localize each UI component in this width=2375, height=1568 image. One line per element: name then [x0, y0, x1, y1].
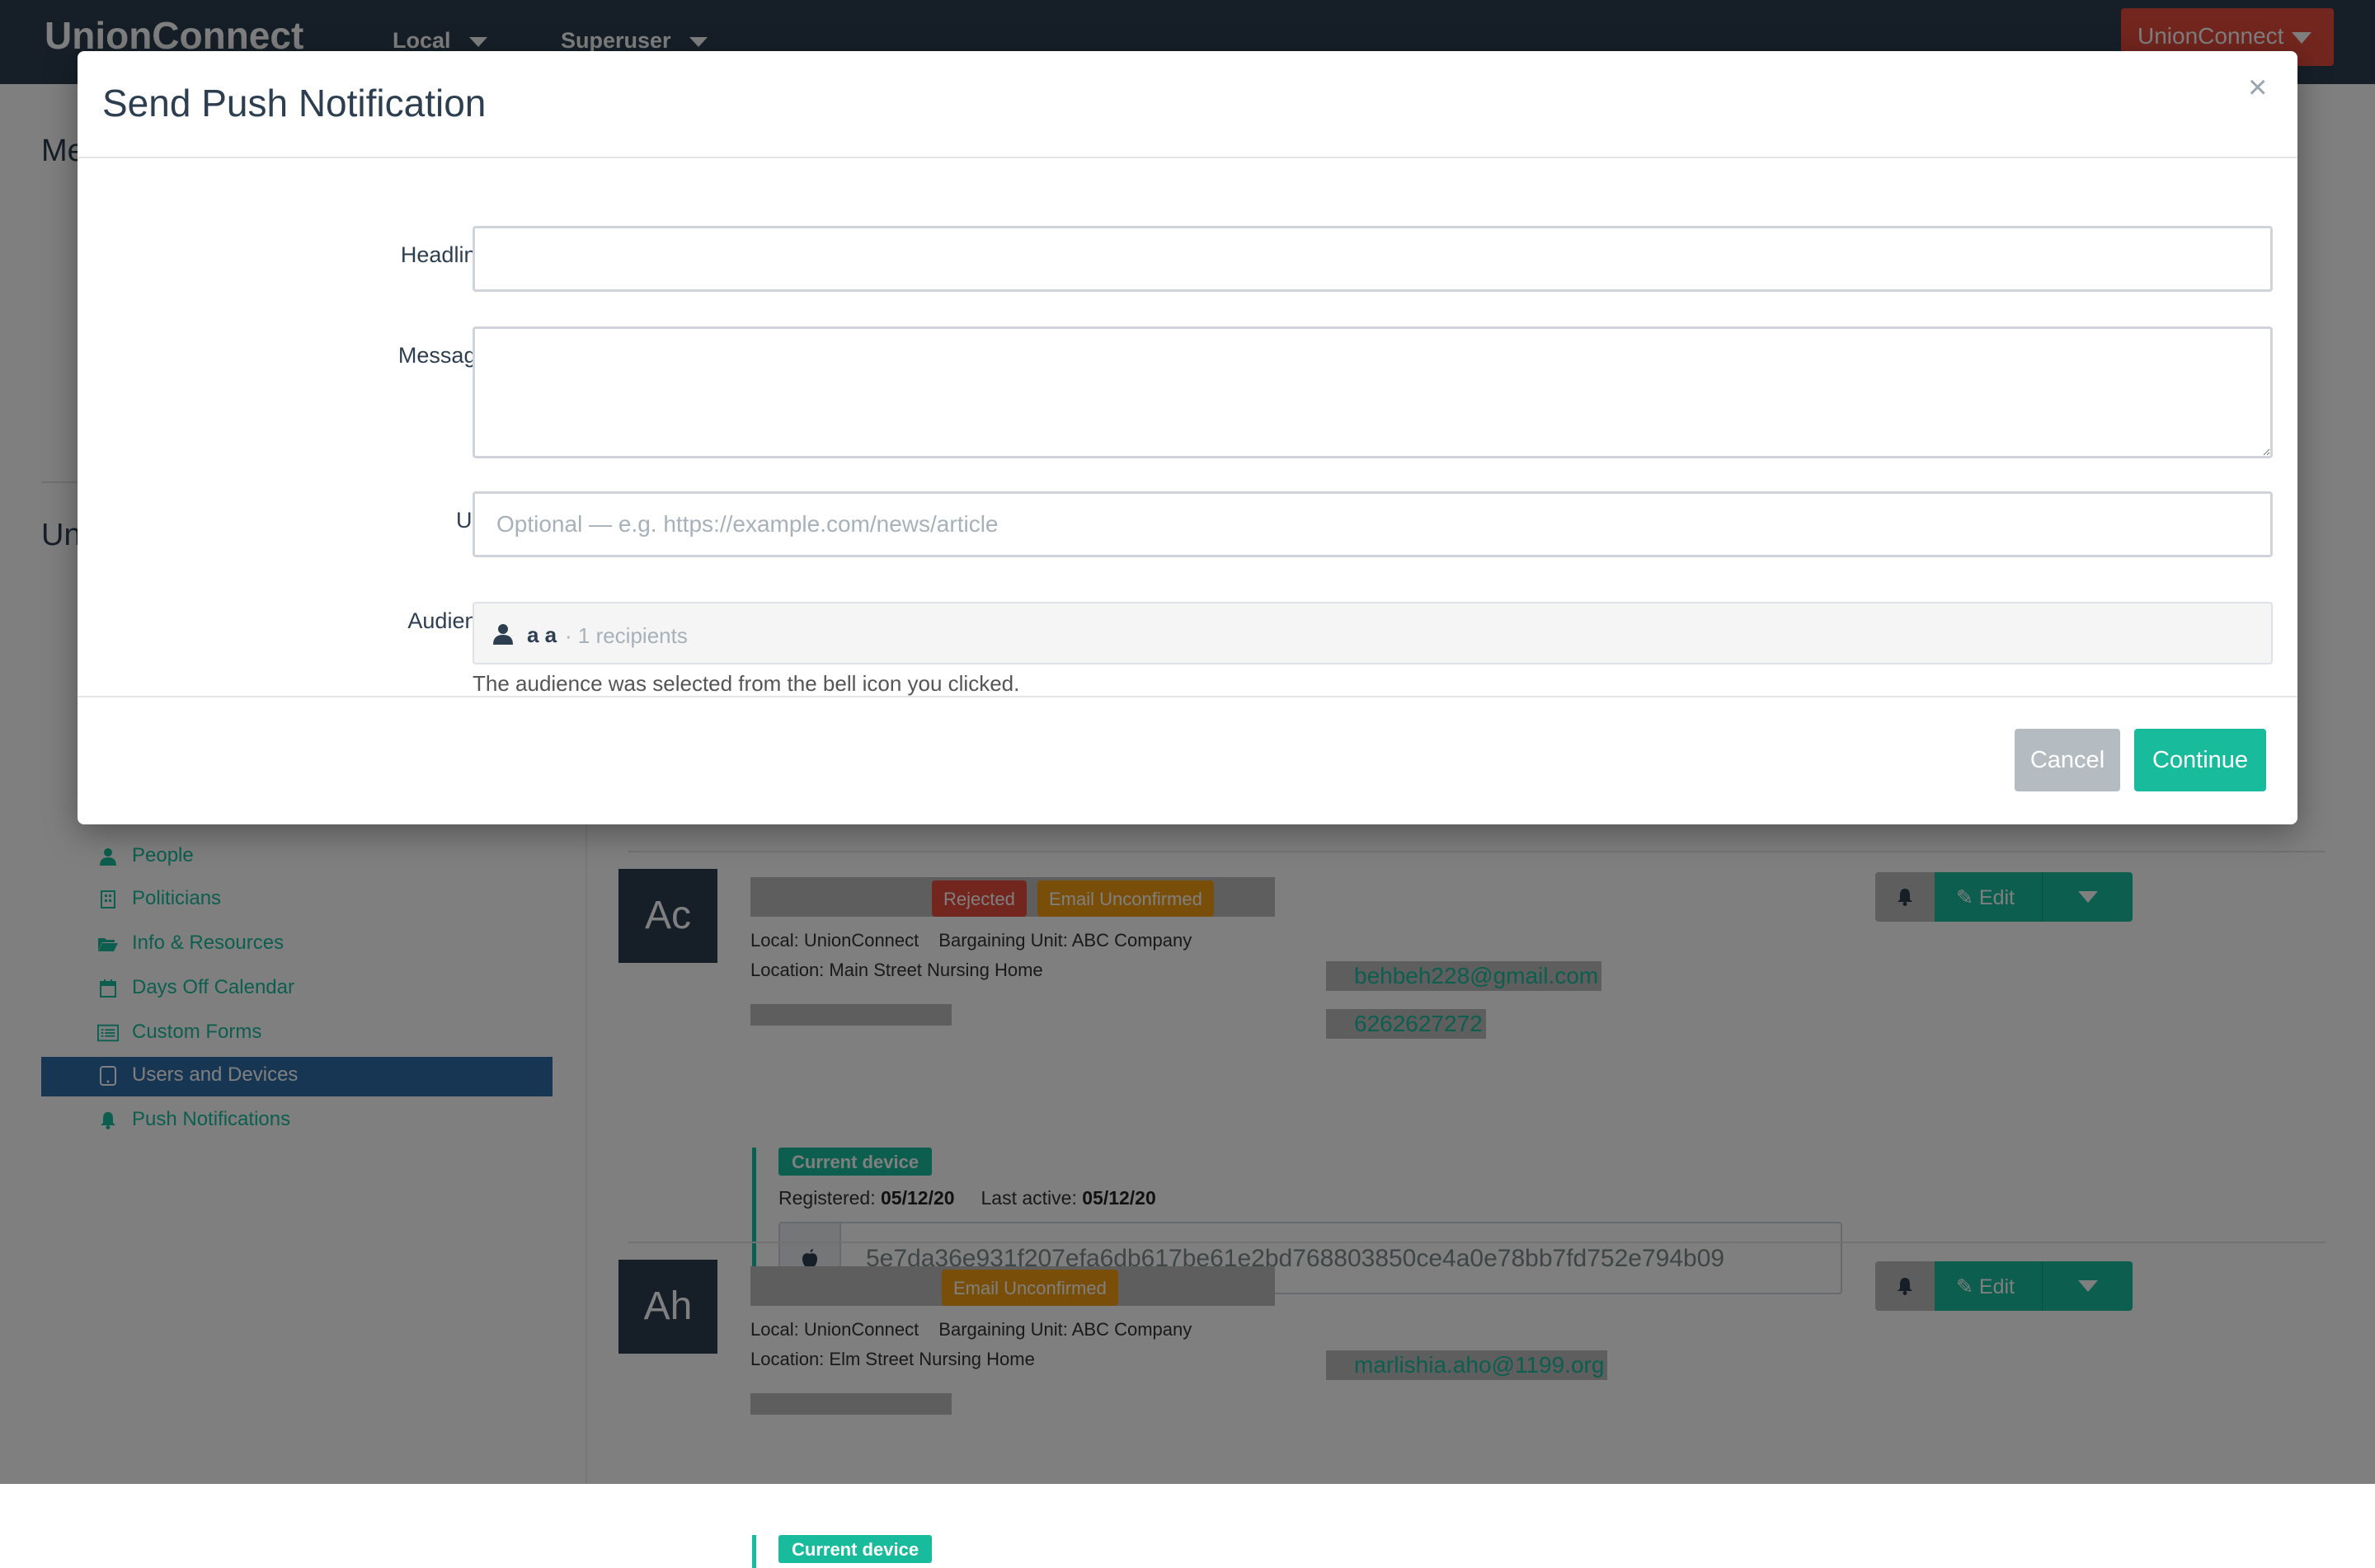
- device-panel: Current device: [752, 1535, 1857, 1568]
- audience-help-text: The audience was selected from the bell …: [473, 671, 1020, 696]
- continue-button[interactable]: Continue: [2134, 729, 2266, 791]
- audience-name: a a: [527, 622, 557, 647]
- modal-header: Send Push Notification ×: [78, 51, 2297, 158]
- send-push-notification-modal: Send Push Notification × Headline* Messa…: [78, 51, 2297, 824]
- message-textarea[interactable]: [473, 326, 2273, 458]
- message-label: Message*: [154, 343, 501, 369]
- user-icon: [491, 622, 515, 646]
- audience-display: a a · 1 recipients: [473, 602, 2273, 664]
- headline-input[interactable]: [473, 226, 2273, 292]
- current-device-badge: Current device: [778, 1535, 933, 1563]
- url-label: URL: [154, 508, 501, 533]
- audience-recipient-count: · 1 recipients: [565, 623, 688, 648]
- audience-label: Audience: [407, 608, 501, 633]
- modal-body: Headline* Message* URL Audience a a · 1 …: [78, 160, 2297, 696]
- close-icon[interactable]: ×: [2248, 69, 2267, 106]
- cancel-button[interactable]: Cancel: [2015, 729, 2120, 791]
- modal-title: Send Push Notification: [102, 82, 487, 124]
- url-input[interactable]: [473, 491, 2273, 557]
- modal-footer: Cancel Continue: [78, 696, 2297, 824]
- headline-label: Headline*: [154, 242, 501, 268]
